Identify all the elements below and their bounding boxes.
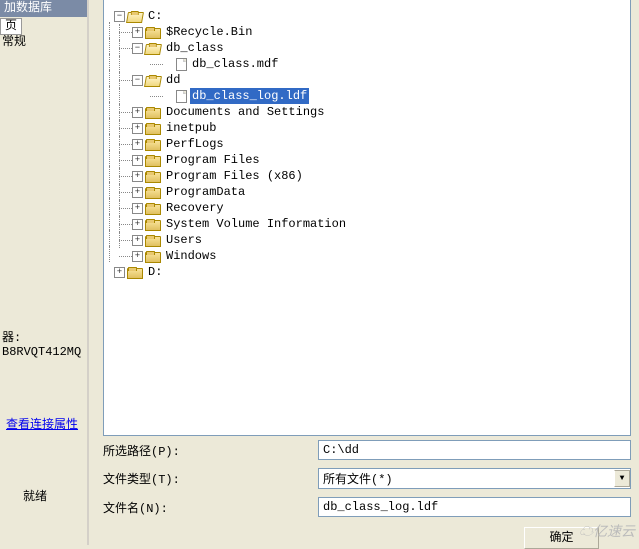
toggle-icon[interactable]: − (132, 43, 143, 54)
folder-closed-icon (145, 156, 161, 167)
tree-node[interactable]: + Recovery (104, 200, 630, 216)
tree-node[interactable]: + System Volume Information (104, 216, 630, 232)
toggle-icon (163, 91, 174, 102)
watermark: ☁亿速云 (579, 521, 635, 541)
tree-node[interactable]: + inetpub (104, 120, 630, 136)
toggle-icon[interactable]: + (132, 139, 143, 150)
filetype-select[interactable]: 所有文件(*) ▼ (318, 468, 631, 489)
toggle-icon[interactable]: + (132, 171, 143, 182)
folder-closed-icon (145, 172, 161, 183)
folder-open-icon (144, 76, 162, 87)
file-icon (176, 90, 187, 103)
folder-closed-icon (145, 28, 161, 39)
toggle-icon[interactable]: + (132, 235, 143, 246)
left-tab-general[interactable]: 常规 (0, 35, 28, 52)
tree-label[interactable]: Windows (164, 248, 218, 264)
toggle-icon[interactable]: + (132, 107, 143, 118)
toggle-icon (163, 59, 174, 70)
tree-node[interactable]: + PerfLogs (104, 136, 630, 152)
toggle-icon[interactable]: + (132, 27, 143, 38)
tree-label[interactable]: dd (164, 72, 182, 88)
tree-node-selected[interactable]: db_class_log.ldf (104, 88, 630, 104)
tree-label[interactable]: Program Files (x86) (164, 168, 305, 184)
folder-closed-icon (145, 252, 161, 263)
tree-node[interactable]: + Documents and Settings (104, 104, 630, 120)
path-input[interactable] (318, 440, 631, 460)
status-text: 就绪 (23, 487, 47, 504)
folder-open-icon (144, 44, 162, 55)
toggle-icon[interactable]: + (132, 203, 143, 214)
left-tab-page[interactable]: 页 (0, 18, 22, 35)
toggle-icon[interactable]: + (132, 187, 143, 198)
tree-node[interactable]: − dd (104, 72, 630, 88)
chevron-down-icon[interactable]: ▼ (614, 470, 630, 487)
folder-closed-icon (145, 236, 161, 247)
toggle-icon[interactable]: + (132, 123, 143, 134)
toggle-icon[interactable]: + (132, 219, 143, 230)
folder-closed-icon (145, 188, 161, 199)
tree-label[interactable]: Program Files (164, 152, 262, 168)
tree-node[interactable]: + ProgramData (104, 184, 630, 200)
tree-label[interactable]: Documents and Settings (164, 104, 326, 120)
machine-name: B8RVQT412MQ (2, 345, 81, 359)
left-panel-header: 加数据库 (0, 0, 87, 17)
tree-node[interactable]: + $Recycle.Bin (104, 24, 630, 40)
tree-label[interactable]: Recovery (164, 200, 226, 216)
toggle-icon[interactable]: − (114, 11, 125, 22)
path-label: 所选路径(P): (103, 442, 318, 459)
tree-label[interactable]: $Recycle.Bin (164, 24, 254, 40)
machine-label: 器: (2, 328, 81, 345)
tree-label[interactable]: PerfLogs (164, 136, 226, 152)
tree-label[interactable]: inetpub (164, 120, 218, 136)
tree-label[interactable]: db_class (164, 40, 226, 56)
folder-closed-icon (145, 108, 161, 119)
tree-node[interactable]: + Windows (104, 248, 630, 264)
filename-label: 文件名(N): (103, 499, 318, 516)
filetype-label: 文件类型(T): (103, 470, 318, 487)
tree-node[interactable]: + Program Files (x86) (104, 168, 630, 184)
tree-node[interactable]: db_class.mdf (104, 56, 630, 72)
tree-label[interactable]: Users (164, 232, 204, 248)
toggle-icon[interactable]: − (132, 75, 143, 86)
toggle-icon[interactable]: + (132, 251, 143, 262)
toggle-icon[interactable]: + (132, 155, 143, 166)
tree-label[interactable]: C: (146, 8, 164, 24)
view-connection-link[interactable]: 查看连接属性 (6, 415, 78, 432)
tree-node[interactable]: + Program Files (104, 152, 630, 168)
folder-closed-icon (145, 140, 161, 151)
filename-input[interactable] (318, 497, 631, 517)
tree-label[interactable]: db_class.mdf (190, 56, 280, 72)
folder-closed-icon (145, 204, 161, 215)
tree-node[interactable]: − db_class (104, 40, 630, 56)
folder-open-icon (126, 12, 144, 23)
folder-closed-icon (127, 268, 143, 279)
tree-label[interactable]: ProgramData (164, 184, 247, 200)
folder-tree[interactable]: − C: + $Recycle.Bin − db_class (103, 0, 631, 436)
tree-label-selected[interactable]: db_class_log.ldf (190, 88, 309, 104)
tree-node-d[interactable]: + D: (104, 264, 630, 280)
tree-label[interactable]: D: (146, 264, 164, 280)
folder-closed-icon (145, 124, 161, 135)
tree-label[interactable]: System Volume Information (164, 216, 348, 232)
folder-closed-icon (145, 220, 161, 231)
tree-node-c[interactable]: − C: (104, 8, 630, 24)
file-icon (176, 58, 187, 71)
filetype-value: 所有文件(*) (323, 470, 393, 487)
tree-node[interactable]: + Users (104, 232, 630, 248)
toggle-icon[interactable]: + (114, 267, 125, 278)
